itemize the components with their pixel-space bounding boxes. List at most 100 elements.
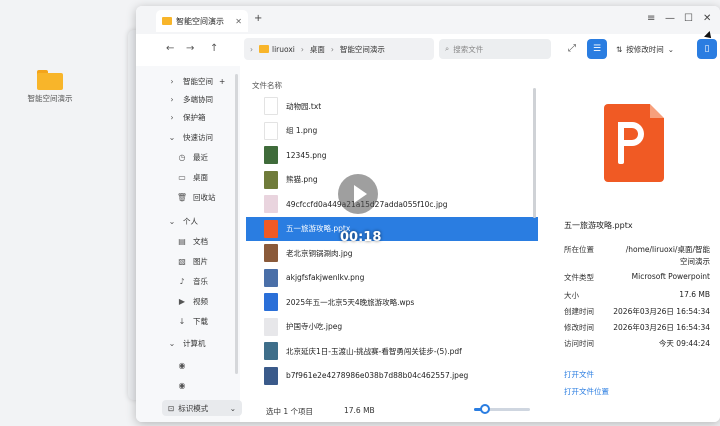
sidebar-item-label: 下载 <box>193 316 208 326</box>
maximize-button[interactable]: ☐ <box>684 13 693 24</box>
mode-button[interactable]: ⊡ 标识模式 ⌄ <box>162 400 242 416</box>
powerpoint-icon <box>604 104 664 182</box>
file-name: 护国寺小吃.jpeg <box>286 322 343 331</box>
sidebar-item[interactable]: ♪ 音乐 <box>136 272 240 290</box>
open-file-link[interactable]: 打开文件 <box>564 369 594 380</box>
sort-button[interactable]: ⇅ 按修改时间 ⌄ <box>616 44 674 55</box>
file-thumbnail-icon <box>264 121 278 140</box>
detail-key: 创建时间 <box>564 307 594 316</box>
sidebar-item-label: 音乐 <box>193 276 208 286</box>
add-tab-button[interactable]: + <box>254 13 262 24</box>
sidebar-item[interactable]: 🗑 回收站 <box>136 188 240 206</box>
column-header-name[interactable]: 文件名称 <box>252 80 282 91</box>
folder-icon <box>37 70 63 90</box>
sidebar-item-label: 保护箱 <box>183 112 206 122</box>
sidebar-item[interactable]: › 保护箱 <box>136 108 240 126</box>
detail-key: 大小 <box>564 291 579 300</box>
minimize-button[interactable]: — <box>665 13 675 24</box>
list-view-button[interactable]: ☰ <box>587 39 607 59</box>
search-input[interactable]: ⌕ 搜索文件 <box>439 39 551 59</box>
arrow-icon: › <box>170 112 174 122</box>
sidebar-scrollbar[interactable] <box>235 74 238 374</box>
clock-icon: ◷ <box>178 152 186 162</box>
close-button[interactable]: ✕ <box>703 13 711 24</box>
breadcrumb-label: 桌面 <box>309 44 325 54</box>
file-row[interactable]: 护国寺小吃.jpeg <box>246 315 538 339</box>
sidebar-item-label: 个人 <box>183 216 198 226</box>
breadcrumb-item-folder[interactable]: 智能空间演示 <box>334 44 391 55</box>
sort-icon: ⇅ <box>616 45 623 54</box>
sidebar-item-label: 桌面 <box>193 172 208 182</box>
download-icon: ↓ <box>178 316 186 326</box>
desktop-folder[interactable]: 智能空间演示 <box>22 70 78 104</box>
list-scrollbar[interactable] <box>533 88 536 218</box>
file-name: 北京延庆1日-玉渡山-挑战赛-看智勇闯关徒步-(5).pdf <box>286 346 462 356</box>
sidebar-item[interactable]: › 智能空间 + <box>136 72 240 90</box>
file-row[interactable]: 熊猫.png <box>246 168 538 192</box>
back-button[interactable]: ← <box>166 43 174 54</box>
sidebar-item[interactable]: ⌄ 个人 <box>136 212 240 230</box>
breadcrumb-label: 智能空间演示 <box>339 44 385 54</box>
file-row[interactable]: 49cfccfd0a449a21a15d27adda055f10c.jpg <box>246 192 538 216</box>
breadcrumb: › liruoxi › 桌面 › 智能空间演示 <box>244 38 434 60</box>
detail-panel-toggle[interactable]: ▯ <box>697 39 717 59</box>
split-view-icon[interactable]: ⤢ <box>568 43 576 54</box>
sidebar-item[interactable]: ⌄ 快速访问 <box>136 128 240 146</box>
open-location-link[interactable]: 打开文件位置 <box>564 386 609 397</box>
file-row[interactable]: 组 1.png <box>246 119 538 143</box>
desktop-icon: ▭ <box>178 172 186 182</box>
file-row[interactable]: b7f961e2e4278986e038b7d88b04c462557.jpeg <box>246 364 538 388</box>
detail-value: /home/liruoxi/桌面/智能空间演示 <box>625 245 710 266</box>
doc-icon: ▤ <box>178 236 186 246</box>
menu-button[interactable]: ≡ <box>647 13 655 24</box>
detail-value: Microsoft Powerpoint <box>631 272 710 281</box>
add-space-button[interactable]: + <box>219 77 225 86</box>
file-thumbnail-icon <box>264 268 278 287</box>
sidebar-item[interactable]: › 多端协同 <box>136 90 240 108</box>
sidebar-item[interactable]: ◉ <box>136 376 240 394</box>
file-row[interactable]: 2025年五一北京5天4晚旅游攻略.wps <box>246 290 538 314</box>
file-row[interactable]: 五一旅游攻略.pptx <box>246 216 538 241</box>
sidebar-item[interactable]: ⌄ 计算机 <box>136 334 240 352</box>
detail-value: 今天 09:44:24 <box>658 339 710 348</box>
sidebar-item[interactable]: ↓ 下载 <box>136 312 240 330</box>
detail-value: 2026年03月26日 16:54:34 <box>613 307 710 316</box>
forward-button[interactable]: → <box>186 43 194 54</box>
breadcrumb-item-home[interactable]: liruoxi <box>253 45 301 54</box>
file-name: akjgfsfakjwenlkv.png <box>286 273 365 282</box>
sidebar-item[interactable]: ◉ <box>136 356 240 374</box>
sidebar-item[interactable]: ▶ 视频 <box>136 292 240 310</box>
detail-row: 访问时间 今天 09:44:24 <box>564 338 710 349</box>
detail-row: 文件类型 Microsoft Powerpoint <box>564 272 710 283</box>
detail-value: 17.6 MB <box>679 290 710 299</box>
arrow-icon: › <box>170 94 174 104</box>
mode-icon: ⊡ <box>168 403 175 413</box>
sidebar-item-label: 视频 <box>193 296 208 306</box>
breadcrumb-item-desktop[interactable]: 桌面 <box>304 44 331 55</box>
chevron-down-icon: ⌄ <box>229 403 236 413</box>
sidebar-item[interactable]: ▧ 图片 <box>136 252 240 270</box>
file-row[interactable]: 12345.png <box>246 143 538 167</box>
file-thumbnail-icon <box>264 170 278 189</box>
file-thumbnail-icon <box>264 293 278 311</box>
file-row[interactable]: 北京延庆1日-玉渡山-挑战赛-看智勇闯关徒步-(5).pdf <box>246 339 538 363</box>
disk-icon: ◉ <box>178 380 186 390</box>
home-icon <box>259 45 269 53</box>
tab-current[interactable]: 智能空间演示 ✕ <box>156 10 248 32</box>
file-thumbnail-icon <box>264 366 278 385</box>
zoom-slider-handle[interactable] <box>480 404 490 414</box>
up-button[interactable]: ↑ <box>210 43 218 54</box>
tab-close-icon[interactable]: ✕ <box>235 17 242 26</box>
chevron-down-icon: ⌄ <box>667 45 675 54</box>
sidebar-item[interactable]: ▭ 桌面 <box>136 168 240 186</box>
search-icon: ⌕ <box>445 44 450 53</box>
mode-label: 标识模式 <box>178 403 209 413</box>
play-icon[interactable] <box>338 174 378 214</box>
sidebar-item[interactable]: ◷ 最近 <box>136 148 240 166</box>
file-thumbnail-icon <box>264 195 278 213</box>
search-placeholder: 搜索文件 <box>453 44 484 54</box>
sidebar-item[interactable]: ▤ 文档 <box>136 232 240 250</box>
file-row[interactable]: 老北京铜锅涮肉.jpg <box>246 241 538 265</box>
file-row[interactable]: akjgfsfakjwenlkv.png <box>246 266 538 290</box>
file-row[interactable]: 动物园.txt <box>246 94 538 118</box>
